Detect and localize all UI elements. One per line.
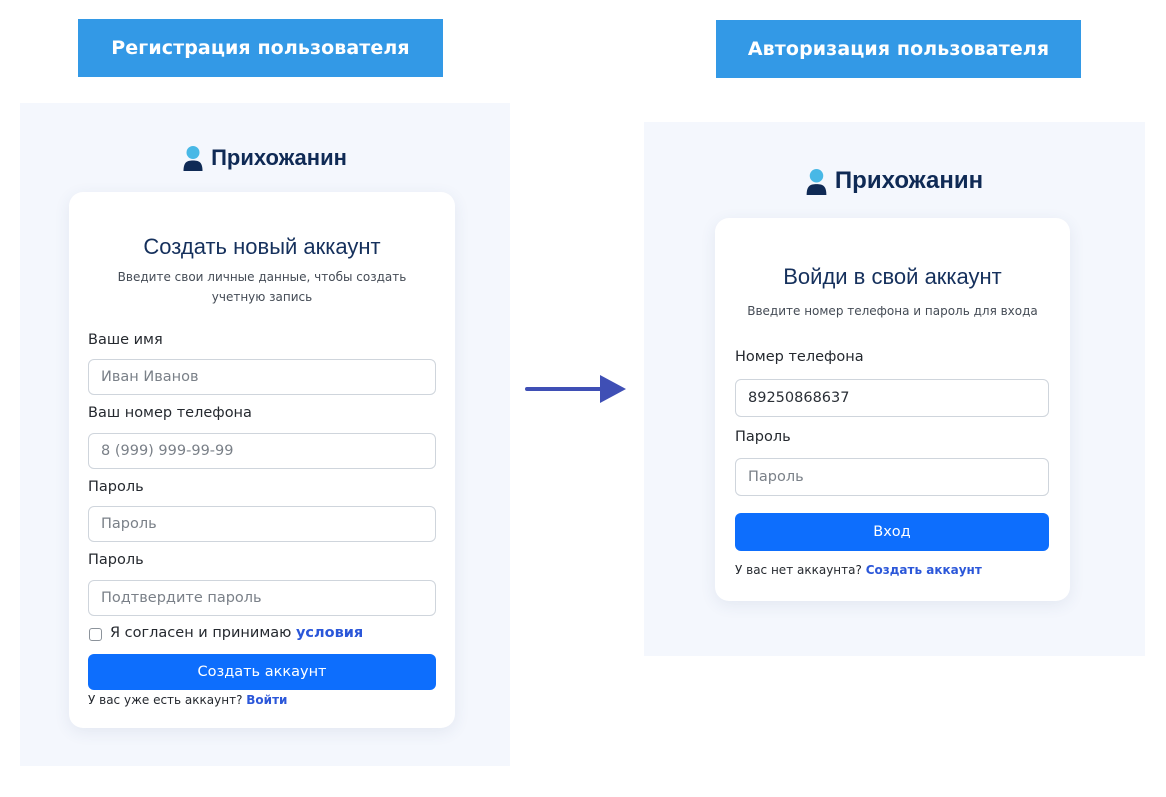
brand-name: Прихожанин (211, 145, 347, 170)
login-card: Войди в свой аккаунт Введите номер телеф… (715, 218, 1070, 601)
login-password-label: Пароль (735, 429, 791, 445)
register-prompt-text: У вас нет аккаунта? (735, 563, 866, 577)
phone-label: Ваш номер телефона (88, 405, 252, 421)
login-button[interactable]: Вход (735, 513, 1049, 551)
terms-checkbox[interactable] (89, 628, 102, 641)
brand-name: Прихожанин (834, 167, 984, 194)
brand-logo: Прихожанин (20, 144, 510, 172)
person-icon (806, 168, 827, 195)
registration-caption: Регистрация пользователя (78, 19, 443, 77)
phone-input[interactable] (88, 433, 436, 469)
registration-title: Создать новый аккаунт (143, 234, 381, 259)
name-input[interactable] (88, 359, 436, 395)
login-link[interactable]: Войти (246, 693, 287, 707)
login-phone-label: Номер телефона (735, 349, 864, 365)
login-title: Войди в свой аккаунт (783, 264, 1002, 289)
arrow-right-icon (525, 375, 626, 403)
terms-link[interactable]: условия (296, 625, 363, 641)
register-link[interactable]: Создать аккаунт (866, 563, 982, 577)
register-prompt: У вас нет аккаунта? Создать аккаунт (735, 563, 982, 577)
password-input[interactable] (88, 506, 436, 542)
name-label: Ваше имя (88, 332, 163, 348)
terms-text: Я согласен и принимаю (110, 625, 296, 641)
login-password-input[interactable] (735, 458, 1049, 496)
authorization-caption: Авторизация пользователя (716, 20, 1081, 78)
confirm-password-label: Пароль (88, 552, 144, 568)
login-panel: Прихожанин Войди в свой аккаунт Введите … (644, 122, 1145, 656)
password-label: Пароль (88, 479, 144, 495)
person-icon (183, 145, 203, 171)
registration-card: Создать новый аккаунт Введите свои личны… (69, 192, 455, 728)
registration-panel: Прихожанин Создать новый аккаунт Введите… (20, 103, 510, 766)
login-prompt-text: У вас уже есть аккаунт? (88, 693, 247, 707)
terms-label: Я согласен и принимаю условия (110, 625, 363, 641)
create-account-button[interactable]: Создать аккаунт (88, 654, 436, 690)
brand-logo: Прихожанин (644, 166, 1145, 196)
confirm-password-input[interactable] (88, 580, 436, 616)
registration-subtitle: Введите свои личные данные, чтобы создат… (117, 270, 407, 304)
login-prompt: У вас уже есть аккаунт? Войти (88, 693, 287, 707)
login-subtitle: Введите номер телефона и пароль для вход… (747, 304, 1038, 318)
login-phone-input[interactable] (735, 379, 1049, 417)
